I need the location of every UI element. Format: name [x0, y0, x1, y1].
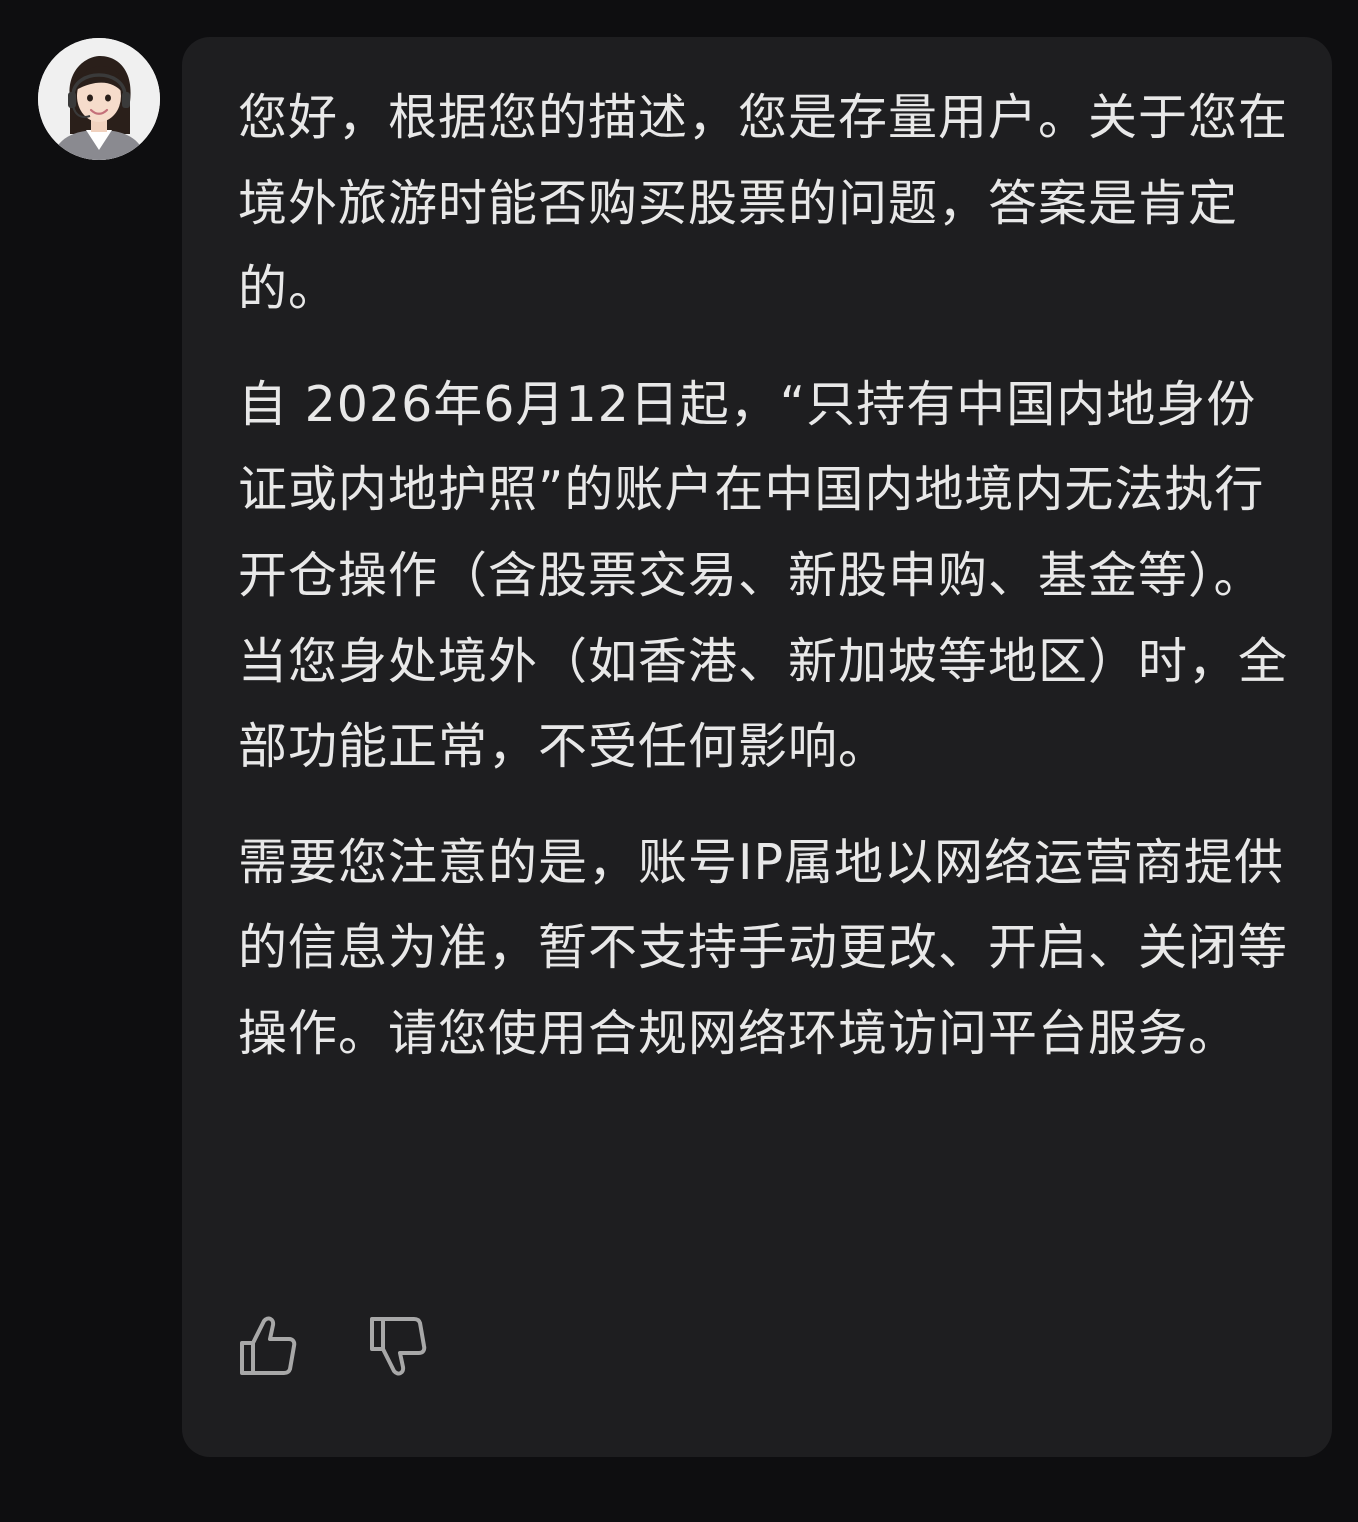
feedback-actions — [238, 1313, 428, 1379]
like-button[interactable] — [238, 1313, 298, 1379]
message-paragraph: 您好，根据您的描述，您是存量用户。关于您在境外旅游时能否购买股票的问题，答案是肯… — [238, 89, 1289, 318]
dislike-button[interactable] — [368, 1313, 428, 1379]
agent-avatar-icon — [38, 38, 160, 160]
assistant-message-bubble: 您好，根据您的描述，您是存量用户。关于您在境外旅游时能否购买股票的问题，答案是肯… — [182, 37, 1332, 1457]
message-paragraph: 需要您注意的是，账号IP属地以网络运营商提供的信息为准，暂不支持手动更改、开启、… — [238, 833, 1289, 1062]
message-text: 您好，根据您的描述，您是存量用户。关于您在境外旅游时能否购买股票的问题，答案是肯… — [238, 75, 1288, 1107]
thumbs-down-icon[interactable] — [368, 1313, 428, 1379]
assistant-avatar — [38, 38, 160, 160]
thumbs-up-icon[interactable] — [238, 1313, 298, 1379]
message-paragraph: 自 2026年6月12日起，“只持有中国内地身份证或内地护照”的账户在中国内地境… — [238, 375, 1289, 776]
